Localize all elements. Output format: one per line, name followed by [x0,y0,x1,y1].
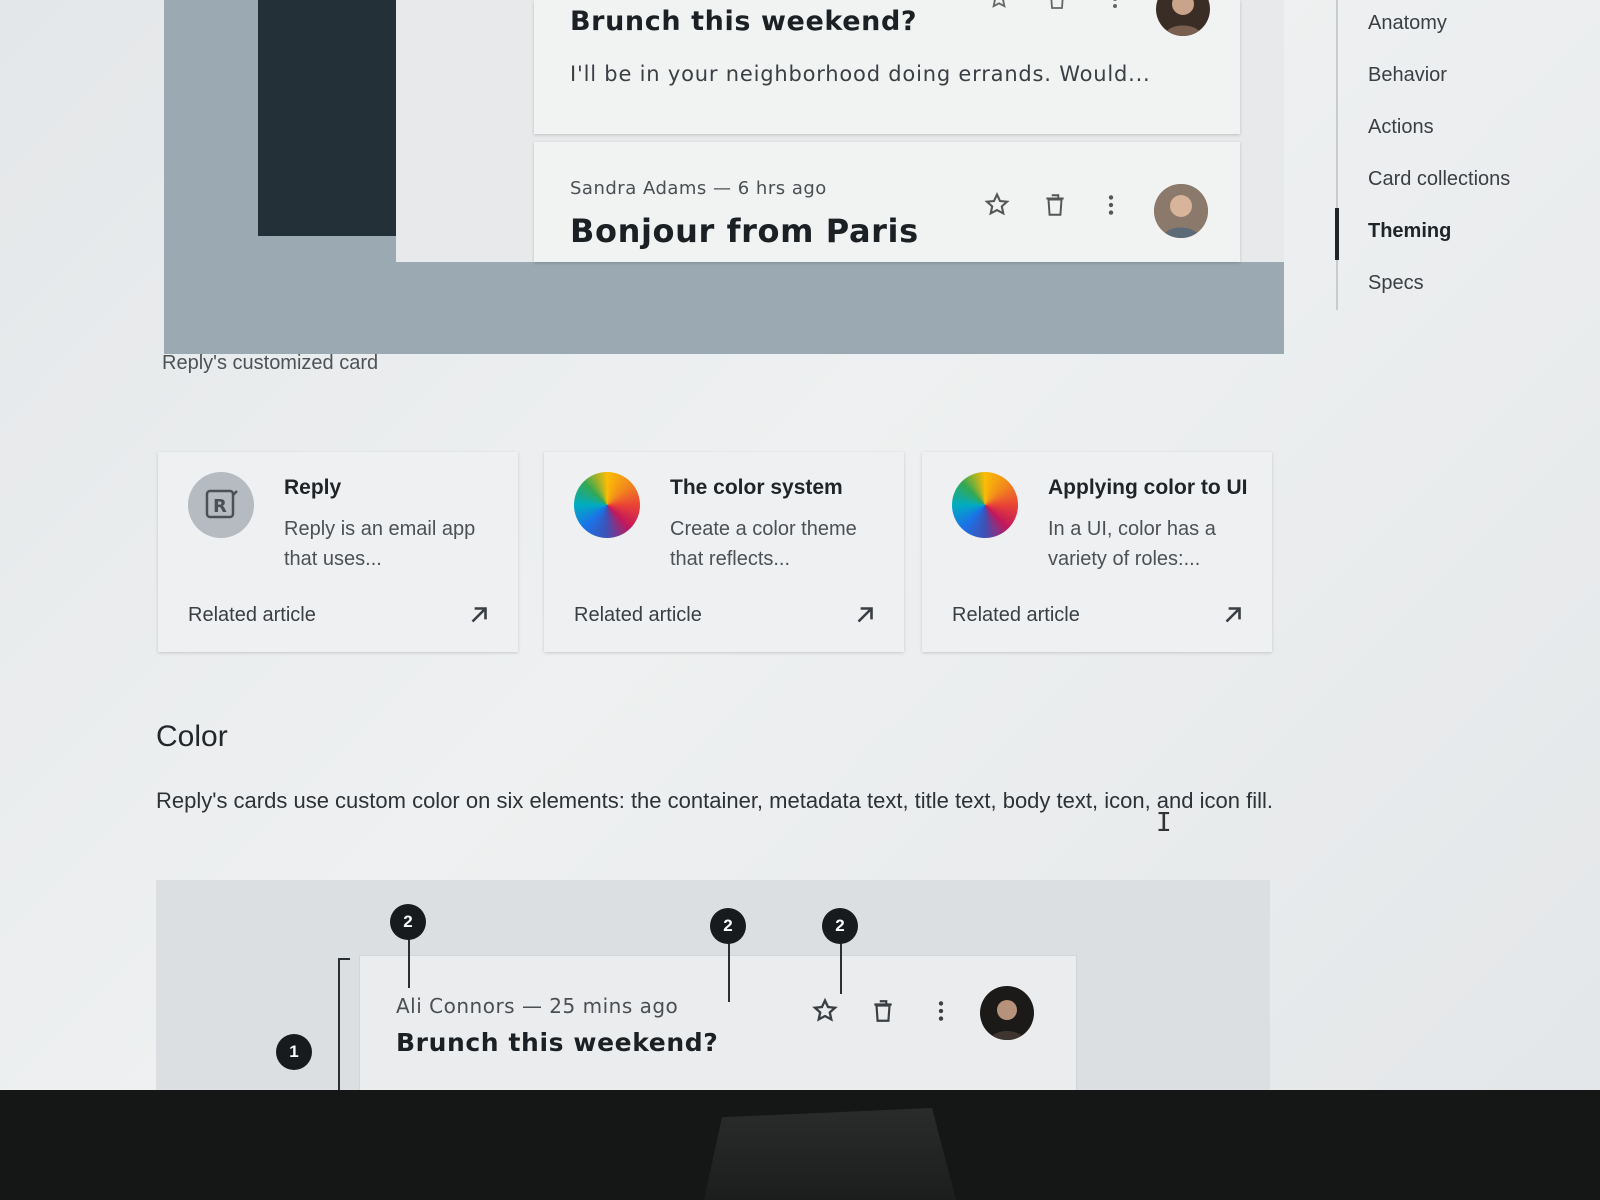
bezel-reflection [704,1108,956,1200]
avatar[interactable] [1154,184,1208,238]
monitor-bezel [0,1090,1600,1200]
callout-marker: 2 [822,908,858,944]
nav-item-specs[interactable]: Specs [1368,272,1424,295]
article-title: Reply [284,476,342,499]
spec-email-card: Ali Connors — 25 mins ago Brunch this we… [360,956,1076,1090]
nav-item-actions[interactable]: Actions [1368,116,1434,139]
related-article-link[interactable]: Related article [188,604,316,627]
trash-icon[interactable] [1042,0,1072,14]
article-description: Create a color theme that reflects... [670,518,857,570]
email-metadata: Sandra Adams — 6 hrs ago [570,178,827,199]
email-metadata: Ali Connors — 25 mins ago [396,994,679,1018]
arrow-outward-icon[interactable] [466,602,492,628]
avatar[interactable] [1156,0,1210,36]
more-vert-icon [926,996,956,1026]
arrow-outward-icon[interactable] [852,602,878,628]
color-wheel-icon [574,472,640,538]
star-icon[interactable] [984,0,1014,14]
leader-line [408,938,410,988]
leader-line [728,942,730,1002]
section-heading-color: Color [156,720,228,753]
article-card-reply[interactable]: R Reply Reply is an email app that uses.… [158,452,518,652]
arrow-outward-icon[interactable] [1220,602,1246,628]
color-wheel-icon [952,472,1018,538]
svg-text:R: R [213,496,227,517]
dark-sidebar-panel [258,0,396,236]
screen: Brunch this weekend? I'll be in your nei… [0,0,1600,1200]
article-title: The color system [670,476,843,499]
article-title: Applying color to UI [1048,476,1248,499]
nav-item-theming[interactable]: Theming [1368,220,1451,243]
related-article-link[interactable]: Related article [952,604,1080,627]
email-title: Brunch this weekend? [396,1028,719,1057]
email-card-paris[interactable]: Sandra Adams — 6 hrs ago Bonjour from Pa… [534,142,1240,262]
reply-logo-icon: R [188,472,254,538]
more-vert-icon[interactable] [1100,0,1130,14]
leader-line [840,942,842,994]
callout-marker: 1 [276,1034,312,1070]
active-indicator [1335,208,1339,260]
customized-card-figure: Brunch this weekend? I'll be in your nei… [164,0,1284,354]
bracket-line [338,958,340,1090]
email-list-sheet: Brunch this weekend? I'll be in your nei… [396,0,1284,262]
callout-marker: 2 [390,904,426,940]
avatar [980,986,1034,1040]
article-description: In a UI, color has a variety of roles:..… [1048,518,1216,570]
trash-icon [868,996,898,1026]
star-icon [810,996,840,1026]
article-card-applying-color[interactable]: Applying color to UI In a UI, color has … [922,452,1272,652]
text-cursor-icon: I [1156,808,1172,838]
email-card-brunch[interactable]: Brunch this weekend? I'll be in your nei… [534,0,1240,134]
callout-marker: 2 [710,908,746,944]
more-vert-icon[interactable] [1096,190,1126,220]
article-card-color-system[interactable]: The color system Create a color theme th… [544,452,904,652]
color-spec-figure: Ali Connors — 25 mins ago Brunch this we… [156,880,1270,1090]
star-icon[interactable] [982,190,1012,220]
related-article-link[interactable]: Related article [574,604,702,627]
email-title: Bonjour from Paris [570,212,919,250]
trash-icon[interactable] [1040,190,1070,220]
page-section-nav: Anatomy Behavior Actions Card collection… [1335,0,1578,310]
email-preview: I'll be in your neighborhood doing erran… [570,62,1151,86]
article-description: Reply is an email app that uses... [284,518,476,570]
figure-caption: Reply's customized card [162,352,379,374]
nav-item-anatomy[interactable]: Anatomy [1368,12,1447,35]
nav-item-card-collections[interactable]: Card collections [1368,168,1510,191]
bracket-line [338,958,350,960]
section-paragraph: Reply's cards use custom color on six el… [156,788,1273,813]
email-title: Brunch this weekend? [570,6,918,37]
nav-item-behavior[interactable]: Behavior [1368,64,1447,87]
